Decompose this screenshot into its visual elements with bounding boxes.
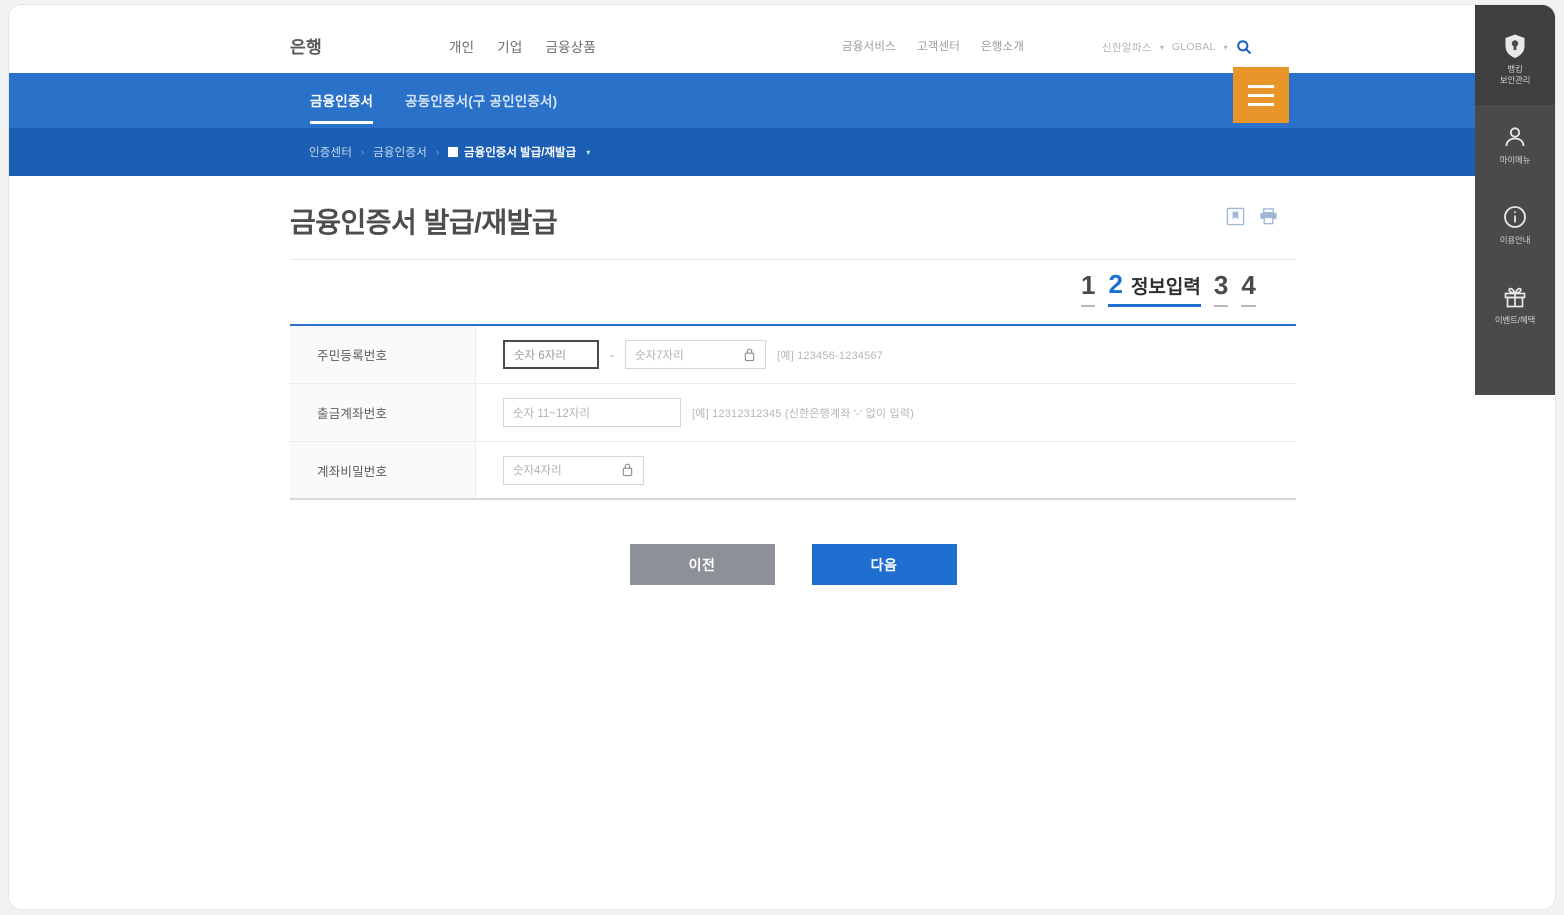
page-title: 금융인증서 발급/재발급: [290, 207, 558, 238]
rrn-back-placeholder: 숫자7자리: [635, 349, 684, 362]
tab-joint-certificate[interactable]: 공동인증서(구 공인인증서): [405, 90, 557, 124]
person-icon: [1502, 124, 1528, 150]
field-account: 숫자 11~12자리 [예] 12312312345 (신한은행계좌 '-' 없…: [476, 384, 1296, 441]
input-form-table: 주민등록번호 숫자 6자리 - 숫자7자리 [예] 123456-1234567…: [290, 324, 1296, 500]
breadcrumb-bar: 인증센터 › 금융인증서 › 금융인증서 발급/재발급 ▾ 로그인: [9, 128, 1555, 279]
util-item-about-bank[interactable]: 은행소개: [981, 38, 1024, 54]
main-content: 금융인증서 발급/재발급 1 2 정보입력 3 4 주민등록번호 숫자 6자리 …: [9, 176, 1477, 909]
utility-nav-right: 신한알파스 ▾ GLOBAL ▾: [1102, 39, 1252, 55]
table-row-rrn: 주민등록번호 숫자 6자리 - 숫자7자리 [예] 123456-1234567: [290, 326, 1296, 384]
rrn-back-input[interactable]: 숫자7자리: [625, 340, 766, 369]
rrn-front-input[interactable]: 숫자 6자리: [503, 340, 599, 369]
title-divider: [290, 259, 1296, 260]
step-3[interactable]: 3: [1213, 272, 1229, 307]
breadcrumb-item-center[interactable]: 인증센터: [309, 144, 352, 160]
step-2[interactable]: 2 정보입력: [1108, 269, 1201, 307]
sidebar-label-event: 이벤트/혜택: [1494, 315, 1536, 326]
account-number-input[interactable]: 숫자 11~12자리: [503, 398, 681, 427]
util-item-alpha[interactable]: 신한알파스: [1102, 40, 1152, 55]
chevron-down-icon-global[interactable]: ▾: [1224, 43, 1228, 52]
step-2-number: 2: [1108, 269, 1123, 299]
breadcrumb-separator-2: ›: [436, 147, 440, 157]
quick-side-rail: 뱅킹 보안관리 마이메뉴 이용안내 이벤트/혜택: [1475, 5, 1555, 395]
sidebar-item-guide[interactable]: 이용안내: [1475, 185, 1555, 265]
prev-button[interactable]: 이전: [629, 544, 775, 585]
utility-nav: 금융서비스 고객센터 은행소개: [842, 38, 1024, 54]
breadcrumb: 인증센터 › 금융인증서 › 금융인증서 발급/재발급 ▾: [309, 144, 590, 160]
breadcrumb-current[interactable]: 금융인증서 발급/재발급 ▾: [448, 144, 590, 160]
section-tabs: 금융인증서 공동인증서(구 공인인증서): [310, 90, 557, 124]
label-rrn: 주민등록번호: [290, 326, 476, 383]
info-icon: [1502, 204, 1528, 230]
site-header: 은행 개인 기업 금융상품 금융서비스 고객센터 은행소개 신한알파스 ▾ GL…: [9, 5, 1555, 73]
hamburger-line-3: [1248, 102, 1274, 106]
hamburger-icon[interactable]: [1233, 67, 1289, 123]
global-nav: 개인 기업 금융상품: [449, 36, 596, 56]
breadcrumb-separator-1: ›: [361, 147, 365, 157]
chevron-down-icon-alpha[interactable]: ▾: [1160, 43, 1164, 52]
sidebar-label-guide: 이용안내: [1499, 235, 1531, 246]
label-password: 계좌비밀번호: [290, 442, 476, 498]
breadcrumb-item-certificate[interactable]: 금융인증서: [373, 144, 427, 160]
field-password: 숫자4자리: [476, 442, 1296, 498]
hamburger-line-2: [1248, 93, 1274, 97]
sidebar-item-event[interactable]: 이벤트/혜택: [1475, 265, 1555, 345]
chevron-down-icon-breadcrumb[interactable]: ▾: [586, 148, 590, 157]
rrn-front-placeholder: 숫자 6자리: [514, 349, 566, 362]
step-2-label: 정보입력: [1130, 277, 1201, 298]
breadcrumb-current-label: 금융인증서 발급/재발급: [464, 147, 577, 159]
next-button[interactable]: 다음: [811, 544, 957, 585]
page-actions: [1226, 207, 1278, 226]
util-item-global[interactable]: GLOBAL: [1172, 41, 1216, 53]
gift-icon: [1502, 284, 1528, 310]
search-icon[interactable]: [1236, 39, 1252, 55]
gnb-item-personal[interactable]: 개인: [449, 36, 474, 56]
hamburger-line-1: [1248, 84, 1274, 88]
sidebar-item-banking-security[interactable]: 뱅킹 보안관리: [1475, 5, 1555, 105]
util-item-financial-service[interactable]: 금융서비스: [842, 38, 896, 54]
table-row-account: 출금계좌번호 숫자 11~12자리 [예] 12312312345 (신한은행계…: [290, 384, 1296, 442]
secure-keypad-icon[interactable]: [743, 348, 756, 362]
shield-icon: [1502, 33, 1528, 59]
account-password-placeholder: 숫자4자리: [513, 465, 562, 477]
label-account: 출금계좌번호: [290, 384, 476, 441]
secure-keypad-icon-password[interactable]: [621, 463, 634, 477]
account-password-input[interactable]: 숫자4자리: [503, 455, 644, 485]
hint-account: [예] 12312312345 (신한은행계좌 '-' 없이 입력): [692, 407, 914, 420]
gnb-item-products[interactable]: 금융상품: [546, 36, 596, 56]
grid-icon: [448, 147, 459, 157]
field-rrn: 숫자 6자리 - 숫자7자리 [예] 123456-1234567: [476, 326, 1296, 383]
table-row-password: 계좌비밀번호 숫자4자리: [290, 442, 1296, 500]
print-icon[interactable]: [1259, 207, 1278, 226]
sidebar-label-my-menu: 마이메뉴: [1499, 155, 1531, 166]
section-nav-bar: 금융인증서 공동인증서(구 공인인증서): [9, 73, 1555, 128]
form-actions: 이전 다음: [290, 544, 1296, 585]
site-logo[interactable]: 은행: [290, 33, 322, 58]
step-indicator: 1 2 정보입력 3 4: [1081, 271, 1256, 307]
tab-financial-certificate[interactable]: 금융인증서: [310, 90, 374, 124]
step-1[interactable]: 1: [1081, 272, 1096, 307]
hint-rrn: [예] 123456-1234567: [777, 349, 884, 362]
util-item-customer-center[interactable]: 고객센터: [917, 38, 960, 54]
sidebar-label-banking-security: 뱅킹 보안관리: [1499, 63, 1531, 85]
step-4[interactable]: 4: [1241, 272, 1256, 307]
bookmark-icon[interactable]: [1226, 207, 1245, 226]
gnb-item-corporate[interactable]: 기업: [497, 36, 522, 56]
browser-page-frame: 은행 개인 기업 금융상품 금융서비스 고객센터 은행소개 신한알파스 ▾ GL…: [8, 4, 1556, 910]
sidebar-item-my-menu[interactable]: 마이메뉴: [1475, 105, 1555, 185]
account-number-placeholder: 숫자 11~12자리: [513, 407, 590, 420]
rrn-dash: -: [610, 347, 614, 362]
